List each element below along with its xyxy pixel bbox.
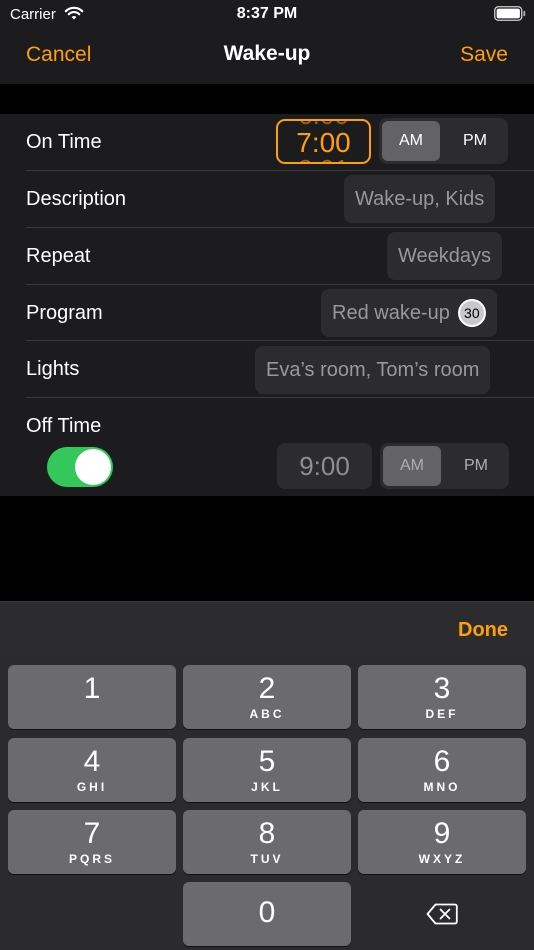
key-digit: 8 (258, 817, 276, 850)
on-time-am-option[interactable]: AM (382, 121, 440, 161)
key-3[interactable]: 3 DEF (358, 665, 526, 729)
key-0[interactable]: 0 (183, 882, 351, 946)
key-8[interactable]: 8 TUV (183, 810, 351, 874)
program-value: Red wake-up (332, 301, 450, 324)
repeat-label: Repeat (26, 245, 91, 267)
description-label: Description (26, 188, 127, 210)
key-digit: 4 (83, 745, 101, 778)
done-button[interactable]: Done (458, 619, 508, 642)
description-field[interactable]: Wake-up, Kids (344, 175, 496, 223)
key-letters: MNO (423, 780, 461, 794)
key-7[interactable]: 7 PQRS (8, 810, 176, 874)
off-time-label: Off Time (26, 415, 102, 437)
key-digit: 5 (258, 745, 276, 778)
key-2[interactable]: 2 ABC (183, 665, 351, 729)
off-time-pm-option[interactable]: PM (445, 446, 507, 486)
battery-icon (494, 6, 526, 21)
on-time-wheel-below: 8:01 (278, 154, 369, 162)
off-time-value: 9:00 (299, 450, 350, 481)
toggle-knob (75, 449, 111, 485)
key-6[interactable]: 6 MNO (358, 738, 526, 802)
row-divider (26, 340, 534, 341)
program-label: Program (26, 302, 103, 324)
description-value: Wake-up, Kids (355, 187, 485, 210)
on-time-picker[interactable]: 6:00 7:00 8:01 (276, 119, 371, 164)
off-time-toggle[interactable] (47, 447, 113, 487)
key-digit: 9 (433, 817, 451, 850)
lights-label: Lights (26, 358, 80, 380)
repeat-value: Weekdays (398, 244, 492, 267)
navigation-bar: Cancel Wake-up Save (0, 28, 534, 84)
row-divider (26, 284, 534, 285)
key-letters: PQRS (68, 852, 115, 866)
key-digit: 2 (258, 672, 276, 705)
key-4[interactable]: 4 GHI (8, 738, 176, 802)
program-selector[interactable]: Red wake-up 30 (321, 289, 497, 337)
save-button[interactable]: Save (460, 43, 508, 67)
key-letters: JKL (251, 780, 283, 794)
row-divider (26, 227, 534, 228)
lights-selector[interactable]: Eva’s room, Tom’s room (255, 346, 491, 394)
key-digit: 3 (433, 672, 451, 705)
key-letters: TUV (250, 852, 284, 866)
off-time-picker[interactable]: 9:00 (277, 443, 372, 489)
key-digit: 1 (83, 672, 101, 705)
status-time: 8:37 PM (236, 5, 298, 22)
row-divider (26, 397, 534, 398)
status-bar: Carrier 8:37 PM (0, 0, 534, 28)
row-divider (26, 170, 534, 171)
keyboard-toolbar: Done (0, 601, 534, 657)
key-digit: 0 (258, 896, 276, 929)
delete-backspace-icon (426, 903, 458, 925)
key-digit: 6 (433, 745, 451, 778)
off-time-am-option[interactable]: AM (383, 446, 441, 486)
key-letters: WXYZ (418, 852, 466, 866)
key-digit: 7 (83, 817, 101, 850)
lights-value: Eva’s room, Tom’s room (266, 358, 480, 381)
key-9[interactable]: 9 WXYZ (358, 810, 526, 874)
key-letters: ABC (249, 707, 285, 721)
key-5[interactable]: 5 JKL (183, 738, 351, 802)
off-time-ampm-segmented-control: AM PM (380, 443, 509, 489)
repeat-selector[interactable]: Weekdays (387, 232, 503, 280)
delete-key[interactable] (358, 882, 526, 946)
on-time-pm-option[interactable]: PM (444, 121, 506, 161)
on-time-ampm-segmented-control: AM PM (379, 118, 508, 164)
key-letters: GHI (76, 780, 108, 794)
page-title: Wake-up (223, 42, 311, 65)
key-1[interactable]: 1 (8, 665, 176, 729)
program-duration-badge: 30 (457, 299, 486, 327)
key-letters: DEF (425, 707, 459, 721)
on-time-label: On Time (26, 131, 102, 153)
